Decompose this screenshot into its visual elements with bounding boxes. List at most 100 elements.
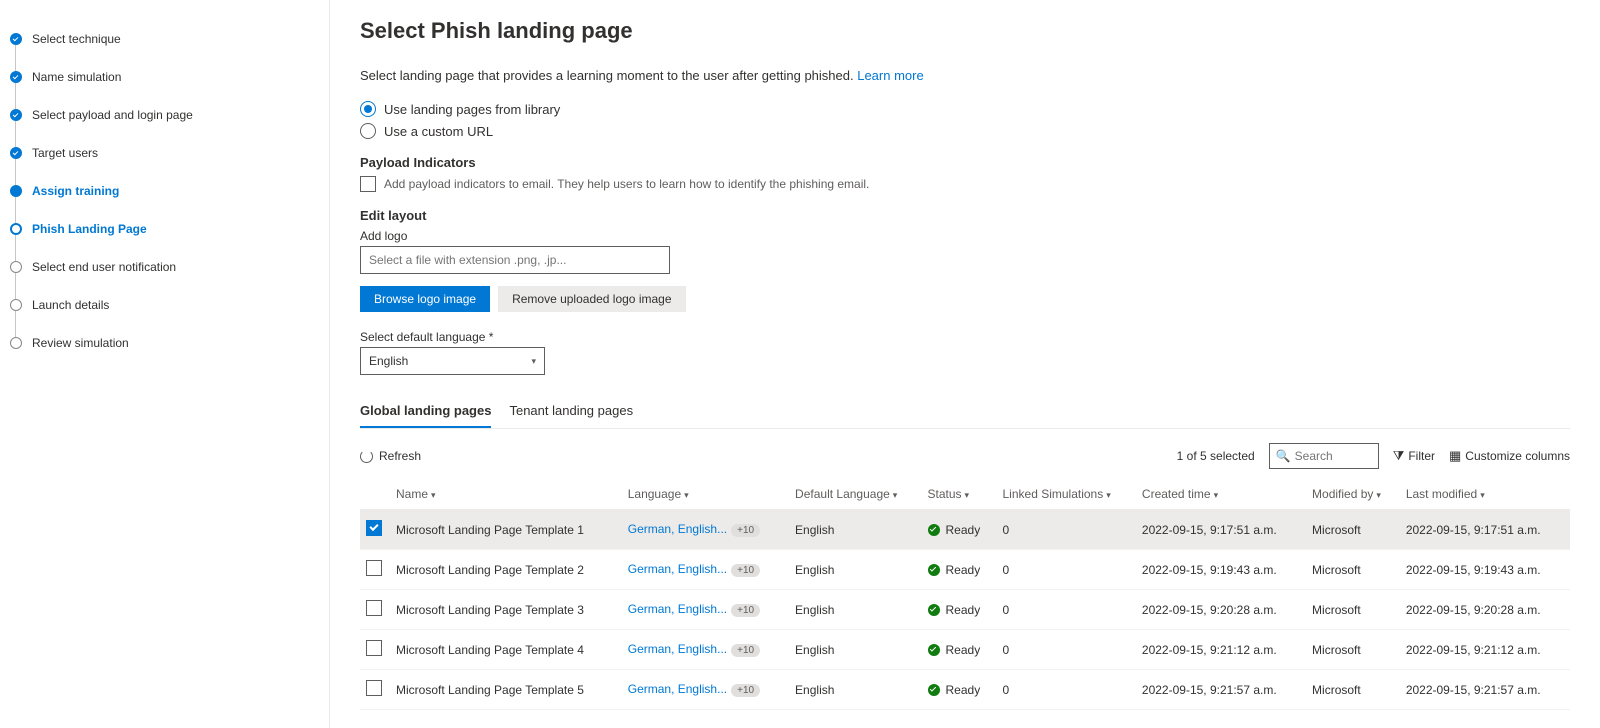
cell-modified-by: Microsoft (1306, 550, 1400, 590)
step-phish-landing-page[interactable]: Phish Landing Page (10, 210, 329, 248)
step-bullet-icon (10, 223, 22, 235)
cell-linked: 0 (997, 670, 1136, 710)
tab-global[interactable]: Global landing pages (360, 395, 491, 428)
step-label: Select end user notification (32, 260, 176, 274)
table-row[interactable]: Microsoft Landing Page Template 5German,… (360, 670, 1570, 710)
customize-columns-button[interactable]: ▦Customize columns (1449, 448, 1570, 464)
step-select-payload-and-login-page[interactable]: Select payload and login page (10, 96, 329, 134)
cell-modified-by: Microsoft (1306, 510, 1400, 550)
step-assign-training[interactable]: Assign training (10, 172, 329, 210)
step-target-users[interactable]: Target users (10, 134, 329, 172)
logo-file-input[interactable] (360, 246, 670, 274)
step-select-end-user-notification[interactable]: Select end user notification (10, 248, 329, 286)
col-last-modified[interactable]: Last modified▾ (1400, 479, 1570, 510)
table-row[interactable]: Microsoft Landing Page Template 2German,… (360, 550, 1570, 590)
step-label: Target users (32, 146, 98, 160)
cell-created: 2022-09-15, 9:17:51 a.m. (1136, 510, 1306, 550)
row-checkbox[interactable] (366, 680, 382, 696)
check-circle-icon (928, 564, 940, 576)
step-select-technique[interactable]: Select technique (10, 20, 329, 58)
wizard-sidebar: Select technique Name simulation Select pa… (0, 0, 330, 728)
cell-created: 2022-09-15, 9:21:57 a.m. (1136, 670, 1306, 710)
step-bullet-icon (10, 261, 22, 273)
cell-name: Microsoft Landing Page Template 5 (390, 670, 622, 710)
row-checkbox[interactable] (366, 640, 382, 656)
col-status[interactable]: Status▾ (922, 479, 997, 510)
chevron-down-icon: ▾ (531, 356, 536, 367)
step-label: Select payload and login page (32, 108, 193, 122)
cell-language[interactable]: German, English...+10 (622, 550, 789, 590)
add-logo-label: Add logo (360, 229, 1570, 243)
tab-tenant[interactable]: Tenant landing pages (509, 395, 633, 428)
radio-library[interactable]: Use landing pages from library (360, 101, 1570, 117)
radio-custom-url[interactable]: Use a custom URL (360, 123, 1570, 139)
filter-icon: ⧩ (1393, 448, 1405, 464)
table-row[interactable]: Microsoft Landing Page Template 3German,… (360, 590, 1570, 630)
refresh-button[interactable]: Refresh (379, 449, 421, 463)
step-bullet-icon (10, 147, 22, 159)
row-checkbox[interactable] (366, 520, 382, 536)
default-language-select[interactable]: English ▾ (360, 347, 545, 375)
step-name-simulation[interactable]: Name simulation (10, 58, 329, 96)
cell-created: 2022-09-15, 9:21:12 a.m. (1136, 630, 1306, 670)
cell-name: Microsoft Landing Page Template 2 (390, 550, 622, 590)
main-content: Select Phish landing page Select landing… (330, 0, 1600, 728)
checkbox-icon (360, 176, 376, 192)
step-label: Phish Landing Page (32, 222, 147, 236)
source-radio-group: Use landing pages from library Use a cus… (360, 101, 1570, 139)
cell-language[interactable]: German, English...+10 (622, 510, 789, 550)
search-box[interactable]: 🔍 (1269, 443, 1379, 469)
cell-created: 2022-09-15, 9:19:43 a.m. (1136, 550, 1306, 590)
col-default-language[interactable]: Default Language▾ (789, 479, 921, 510)
cell-default-lang: English (789, 670, 921, 710)
row-checkbox[interactable] (366, 560, 382, 576)
selection-count: 1 of 5 selected (1177, 449, 1255, 463)
cell-linked: 0 (997, 630, 1136, 670)
step-bullet-icon (10, 185, 22, 197)
cell-language[interactable]: German, English...+10 (622, 670, 789, 710)
cell-created: 2022-09-15, 9:20:28 a.m. (1136, 590, 1306, 630)
step-bullet-icon (10, 109, 22, 121)
radio-icon (360, 101, 376, 117)
col-linked[interactable]: Linked Simulations▾ (997, 479, 1136, 510)
cell-last-modified: 2022-09-15, 9:17:51 a.m. (1400, 510, 1570, 550)
remove-logo-button[interactable]: Remove uploaded logo image (498, 286, 685, 312)
cell-name: Microsoft Landing Page Template 1 (390, 510, 622, 550)
filter-button[interactable]: ⧩Filter (1393, 448, 1435, 464)
cell-language[interactable]: German, English...+10 (622, 590, 789, 630)
table-toolbar: Refresh 1 of 5 selected 🔍 ⧩Filter ▦Custo… (360, 443, 1570, 469)
cell-last-modified: 2022-09-15, 9:19:43 a.m. (1400, 550, 1570, 590)
cell-modified-by: Microsoft (1306, 630, 1400, 670)
edit-layout-title: Edit layout (360, 208, 1570, 223)
step-label: Review simulation (32, 336, 129, 350)
check-circle-icon (928, 644, 940, 656)
step-review-simulation[interactable]: Review simulation (10, 324, 329, 362)
cell-default-lang: English (789, 590, 921, 630)
cell-linked: 0 (997, 550, 1136, 590)
payload-indicator-checkbox[interactable]: Add payload indicators to email. They he… (360, 176, 1570, 192)
learn-more-link[interactable]: Learn more (857, 68, 923, 83)
cell-modified-by: Microsoft (1306, 670, 1400, 710)
cell-status: Ready (922, 590, 997, 630)
row-checkbox[interactable] (366, 600, 382, 616)
table-row[interactable]: Microsoft Landing Page Template 1German,… (360, 510, 1570, 550)
cell-modified-by: Microsoft (1306, 590, 1400, 630)
refresh-icon (360, 450, 373, 463)
search-input[interactable] (1295, 449, 1365, 463)
col-modified-by[interactable]: Modified by▾ (1306, 479, 1400, 510)
col-name[interactable]: Name▾ (390, 479, 622, 510)
step-bullet-icon (10, 299, 22, 311)
col-created[interactable]: Created time▾ (1136, 479, 1306, 510)
browse-logo-button[interactable]: Browse logo image (360, 286, 490, 312)
search-icon: 🔍 (1276, 449, 1291, 463)
check-circle-icon (928, 604, 940, 616)
step-launch-details[interactable]: Launch details (10, 286, 329, 324)
step-list: Select technique Name simulation Select pa… (10, 20, 329, 362)
cell-default-lang: English (789, 550, 921, 590)
landing-pages-table: Name▾ Language▾ Default Language▾ Status… (360, 479, 1570, 710)
step-bullet-icon (10, 337, 22, 349)
step-label: Select technique (32, 32, 121, 46)
table-row[interactable]: Microsoft Landing Page Template 4German,… (360, 630, 1570, 670)
cell-language[interactable]: German, English...+10 (622, 630, 789, 670)
col-language[interactable]: Language▾ (622, 479, 789, 510)
